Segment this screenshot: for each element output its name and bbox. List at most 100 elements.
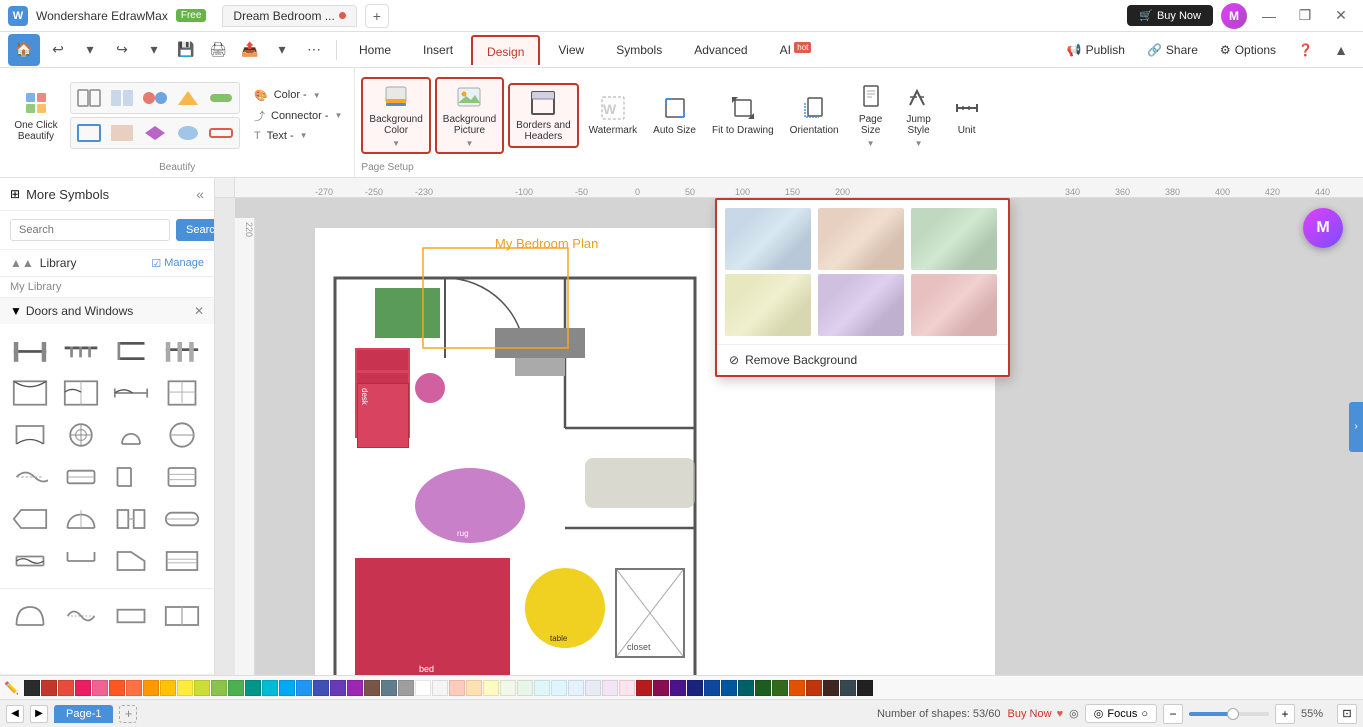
options-button[interactable]: ⚙ Options bbox=[1212, 39, 1284, 61]
page-tab-1[interactable]: Page-1 bbox=[54, 705, 113, 723]
color-swatch[interactable] bbox=[24, 680, 40, 696]
color-swatch[interactable] bbox=[75, 680, 91, 696]
color-swatch[interactable] bbox=[92, 680, 108, 696]
color-swatch[interactable] bbox=[857, 680, 873, 696]
symbol-item[interactable] bbox=[59, 416, 103, 454]
symbol-item[interactable] bbox=[8, 597, 52, 635]
color-swatch[interactable] bbox=[347, 680, 363, 696]
help-button[interactable]: ❓ bbox=[1290, 39, 1321, 61]
tab-design[interactable]: Design bbox=[471, 35, 540, 65]
export-button[interactable]: 📤 bbox=[236, 36, 264, 64]
shape-style-2[interactable] bbox=[107, 86, 137, 110]
redo-dropdown[interactable]: ▾ bbox=[140, 36, 168, 64]
symbol-item[interactable] bbox=[109, 416, 153, 454]
symbol-item[interactable] bbox=[160, 332, 204, 370]
undo-button[interactable]: ↩ bbox=[44, 36, 72, 64]
symbol-item[interactable] bbox=[160, 500, 204, 538]
tab-ai[interactable]: AI hot bbox=[766, 35, 826, 65]
color-swatch[interactable] bbox=[653, 680, 669, 696]
one-click-beautify-button[interactable]: One ClickBeautify bbox=[6, 85, 66, 146]
search-input[interactable] bbox=[10, 219, 170, 241]
page-size-button[interactable]: PageSize ▼ bbox=[849, 79, 893, 152]
color-swatch[interactable] bbox=[194, 680, 210, 696]
jump-style-button[interactable]: JumpStyle ▼ bbox=[897, 79, 941, 152]
tab-symbols[interactable]: Symbols bbox=[602, 35, 676, 65]
color-swatch[interactable] bbox=[636, 680, 652, 696]
color-swatch[interactable] bbox=[789, 680, 805, 696]
save-button[interactable]: 💾 bbox=[172, 36, 200, 64]
fit-to-drawing-button[interactable]: Fit to Drawing bbox=[706, 90, 780, 140]
redo-button[interactable]: ↪ bbox=[108, 36, 136, 64]
print-button[interactable]: 🖨 bbox=[204, 36, 232, 64]
color-swatch[interactable] bbox=[534, 680, 550, 696]
color-swatch[interactable] bbox=[143, 680, 159, 696]
connector-dropdown[interactable]: ⤴ Connector - ▼ bbox=[248, 106, 348, 126]
shape-style-4[interactable] bbox=[173, 86, 203, 110]
symbol-item[interactable] bbox=[8, 374, 52, 412]
close-button[interactable]: ✕ bbox=[1327, 2, 1355, 30]
search-button[interactable]: Search bbox=[176, 219, 215, 241]
orientation-button[interactable]: Orientation bbox=[784, 90, 845, 140]
minimize-button[interactable]: — bbox=[1255, 2, 1283, 30]
tab-view[interactable]: View bbox=[544, 35, 598, 65]
zoom-out-button[interactable]: − bbox=[1163, 704, 1183, 724]
symbol-item[interactable] bbox=[59, 500, 103, 538]
buy-now-status[interactable]: Buy Now bbox=[1008, 708, 1052, 720]
symbol-item[interactable] bbox=[8, 332, 52, 370]
shape-style-10[interactable] bbox=[206, 121, 236, 145]
color-swatch[interactable] bbox=[41, 680, 57, 696]
symbol-item[interactable] bbox=[109, 374, 153, 412]
symbol-item[interactable] bbox=[8, 416, 52, 454]
symbol-item[interactable] bbox=[160, 416, 204, 454]
symbol-item[interactable] bbox=[59, 542, 103, 580]
more-button[interactable]: ⋯ bbox=[300, 36, 328, 64]
bg-thumb-3[interactable] bbox=[911, 208, 997, 270]
canvas-area[interactable]: -270 -250 -230 -100 -50 0 50 100 150 200… bbox=[215, 178, 1363, 675]
color-swatch[interactable] bbox=[772, 680, 788, 696]
color-swatch[interactable] bbox=[398, 680, 414, 696]
bg-thumb-6[interactable] bbox=[911, 274, 997, 336]
symbol-item[interactable] bbox=[8, 500, 52, 538]
shape-style-5[interactable] bbox=[206, 86, 236, 110]
bg-thumb-2[interactable] bbox=[818, 208, 904, 270]
collapse-ribbon-button[interactable]: ▲ bbox=[1327, 36, 1355, 64]
color-swatch[interactable] bbox=[704, 680, 720, 696]
color-swatch[interactable] bbox=[806, 680, 822, 696]
zoom-slider[interactable] bbox=[1189, 712, 1269, 716]
symbol-section-header[interactable]: ▼ Doors and Windows ✕ bbox=[0, 298, 214, 324]
symbol-item[interactable] bbox=[59, 374, 103, 412]
color-swatch[interactable] bbox=[670, 680, 686, 696]
color-swatch[interactable] bbox=[738, 680, 754, 696]
buy-now-button[interactable]: 🛒 Buy Now bbox=[1127, 5, 1213, 26]
section-close-button[interactable]: ✕ bbox=[194, 304, 204, 318]
right-collapse-button[interactable]: › bbox=[1349, 402, 1363, 452]
color-swatch[interactable] bbox=[228, 680, 244, 696]
shape-style-8[interactable] bbox=[140, 121, 170, 145]
shape-style-7[interactable] bbox=[107, 121, 137, 145]
export-dropdown[interactable]: ▾ bbox=[268, 36, 296, 64]
color-swatch[interactable] bbox=[177, 680, 193, 696]
bg-thumb-4[interactable] bbox=[725, 274, 811, 336]
symbol-item[interactable] bbox=[8, 458, 52, 496]
page-nav-next[interactable]: ▶ bbox=[30, 705, 48, 723]
shape-style-6[interactable] bbox=[74, 121, 104, 145]
undo-dropdown[interactable]: ▾ bbox=[76, 36, 104, 64]
symbol-item[interactable] bbox=[160, 542, 204, 580]
sidebar-collapse-button[interactable]: « bbox=[196, 186, 204, 202]
color-swatch[interactable] bbox=[126, 680, 142, 696]
color-swatch[interactable] bbox=[823, 680, 839, 696]
symbol-item[interactable] bbox=[59, 597, 103, 635]
bg-thumb-5[interactable] bbox=[818, 274, 904, 336]
unit-button[interactable]: Unit bbox=[945, 90, 989, 140]
color-swatch[interactable] bbox=[568, 680, 584, 696]
color-swatch[interactable] bbox=[279, 680, 295, 696]
color-swatch[interactable] bbox=[415, 680, 431, 696]
background-color-button[interactable]: BackgroundColor ▼ bbox=[361, 77, 430, 154]
remove-background-button[interactable]: ⊘ Remove Background bbox=[717, 344, 1008, 375]
focus-button[interactable]: ◎ Focus ○ bbox=[1085, 704, 1157, 723]
floating-avatar[interactable]: M bbox=[1303, 208, 1343, 248]
shape-style-3[interactable] bbox=[140, 86, 170, 110]
color-swatch[interactable] bbox=[517, 680, 533, 696]
color-swatch[interactable] bbox=[721, 680, 737, 696]
doc-tab[interactable]: Dream Bedroom ... bbox=[222, 5, 356, 27]
